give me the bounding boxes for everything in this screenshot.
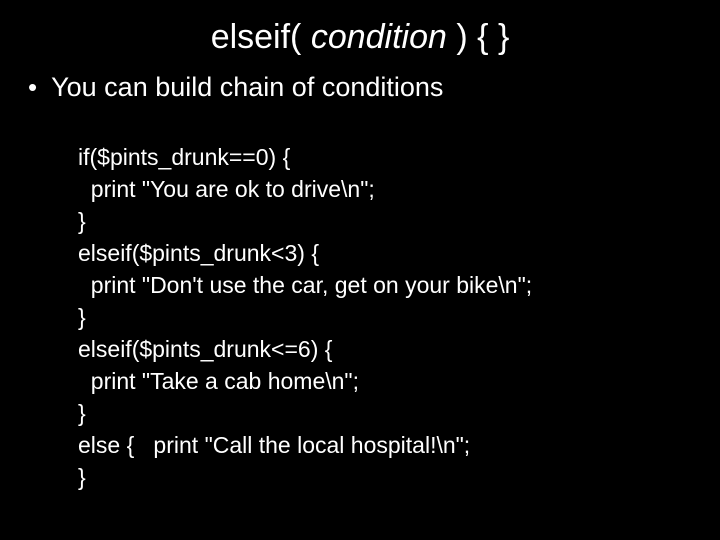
title-keyword-left: elseif( — [211, 18, 311, 56]
code-line: elseif($pints_drunk<3) { — [78, 240, 319, 266]
code-line: } — [78, 400, 86, 426]
title-condition: condition — [311, 18, 447, 56]
code-line: else { print "Call the local hospital!\n… — [78, 432, 470, 458]
bullet-item: • You can build chain of conditions — [28, 71, 696, 103]
slide: elseif( condition ) { } • You can build … — [0, 0, 720, 540]
code-line: } — [78, 464, 86, 490]
code-line: print "You are ok to drive\n"; — [78, 176, 375, 202]
bullet-text: You can build chain of conditions — [51, 71, 443, 103]
code-line: } — [78, 208, 86, 234]
code-line: print "Take a cab home\n"; — [78, 368, 359, 394]
code-line: } — [78, 304, 86, 330]
code-line: elseif($pints_drunk<=6) { — [78, 336, 332, 362]
slide-title: elseif( condition ) { } — [24, 18, 696, 57]
title-keyword-right: ) { } — [447, 18, 509, 56]
bullet-dot-icon: • — [28, 71, 37, 103]
code-line: print "Don't use the car, get on your bi… — [78, 272, 532, 298]
code-line: if($pints_drunk==0) { — [78, 144, 290, 170]
code-block: if($pints_drunk==0) { print "You are ok … — [78, 109, 696, 493]
